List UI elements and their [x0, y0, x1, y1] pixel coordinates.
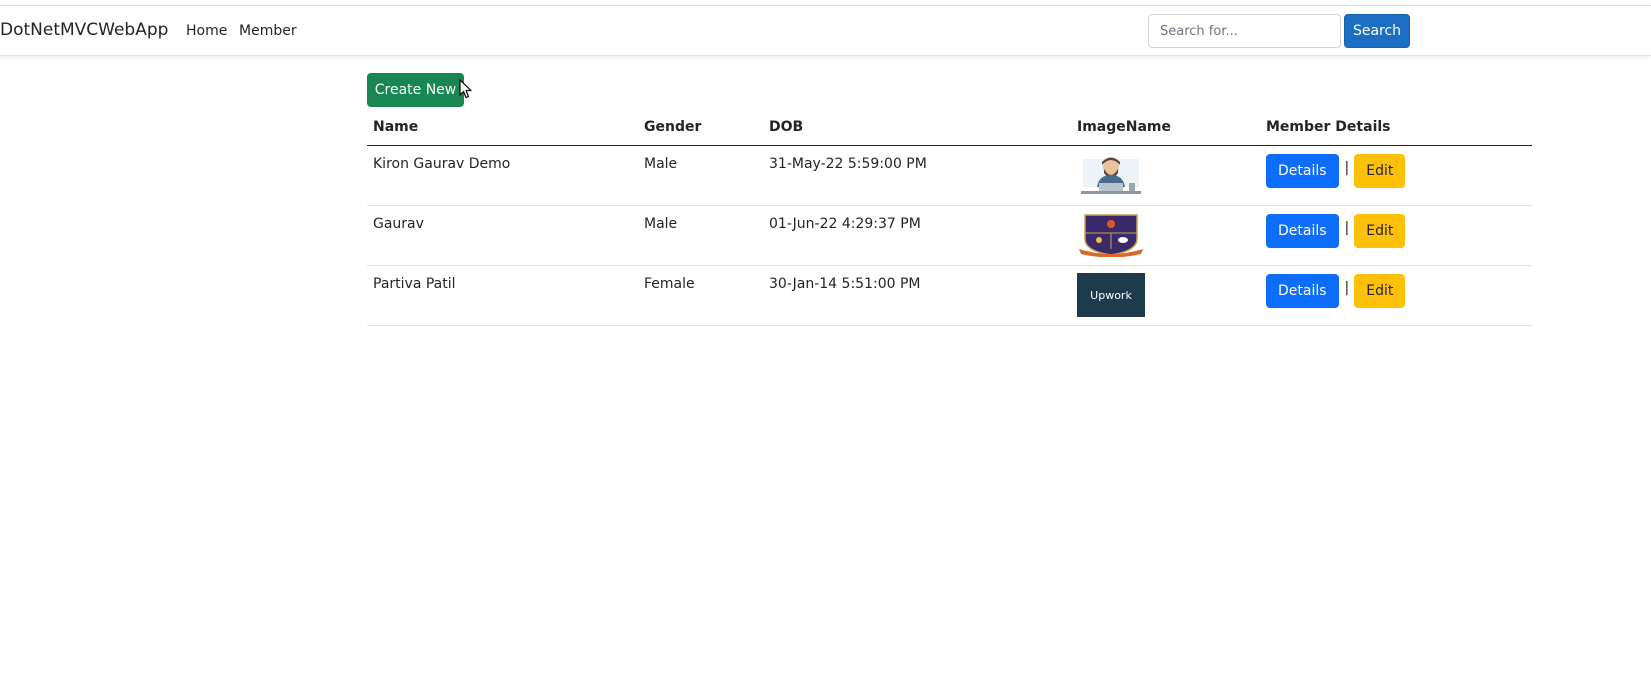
cell-actions: Details | Edit	[1260, 205, 1532, 266]
cell-dob: 31-May-22 5:59:00 PM	[763, 145, 1071, 206]
nav-link-member[interactable]: Member	[239, 23, 297, 39]
cell-name: Gaurav	[367, 205, 638, 266]
cell-image: Upwork	[1071, 265, 1260, 326]
table-row: Kiron Gaurav Demo Male 31-May-22 5:59:00…	[367, 145, 1532, 206]
header-image-name: ImageName	[1071, 112, 1260, 146]
separator: |	[1344, 279, 1350, 296]
edit-button[interactable]: Edit	[1354, 213, 1406, 248]
cell-gender: Male	[638, 205, 763, 266]
table-row: Gaurav Male 01-Jun-22 4:29:37 PM Details…	[367, 205, 1532, 266]
header-dob: DOB	[763, 112, 1071, 146]
cell-image	[1071, 205, 1260, 266]
details-button[interactable]: Details	[1266, 213, 1339, 248]
cell-dob: 01-Jun-22 4:29:37 PM	[763, 205, 1071, 266]
edit-button[interactable]: Edit	[1354, 153, 1406, 188]
header-gender: Gender	[638, 112, 763, 146]
separator: |	[1344, 159, 1350, 176]
mouse-cursor-icon	[459, 79, 472, 99]
nav-link-home[interactable]: Home	[186, 23, 227, 39]
cell-image	[1071, 145, 1260, 206]
cell-gender: Female	[638, 265, 763, 326]
search-input[interactable]	[1148, 14, 1341, 48]
header-name: Name	[367, 112, 638, 146]
details-button[interactable]: Details	[1266, 273, 1339, 308]
cell-dob: 30-Jan-14 5:51:00 PM	[763, 265, 1071, 326]
create-new-button[interactable]: Create New	[367, 73, 464, 107]
upwork-logo-icon: Upwork	[1077, 272, 1145, 317]
details-button[interactable]: Details	[1266, 153, 1339, 188]
separator: |	[1344, 219, 1350, 236]
svg-text:Upwork: Upwork	[1090, 289, 1132, 302]
cell-actions: Details | Edit	[1260, 265, 1532, 326]
cell-actions: Details | Edit	[1260, 145, 1532, 206]
table-row: Partiva Patil Female 30-Jan-14 5:51:00 P…	[367, 265, 1532, 326]
hacker-avatar-icon	[1077, 152, 1145, 197]
brand-link[interactable]: DotNetMVCWebApp	[0, 20, 168, 40]
university-crest-icon	[1077, 212, 1145, 257]
edit-button[interactable]: Edit	[1354, 273, 1406, 308]
cell-name: Partiva Patil	[367, 265, 638, 326]
search-button[interactable]: Search	[1344, 14, 1410, 48]
members-table: Name Gender DOB ImageName Member Details…	[367, 112, 1532, 326]
cell-gender: Male	[638, 145, 763, 206]
header-member-details: Member Details	[1260, 112, 1532, 146]
cell-name: Kiron Gaurav Demo	[367, 145, 638, 206]
navbar: DotNetMVCWebApp Home Member Search	[0, 6, 1651, 56]
table-header-row: Name Gender DOB ImageName Member Details	[367, 112, 1532, 146]
